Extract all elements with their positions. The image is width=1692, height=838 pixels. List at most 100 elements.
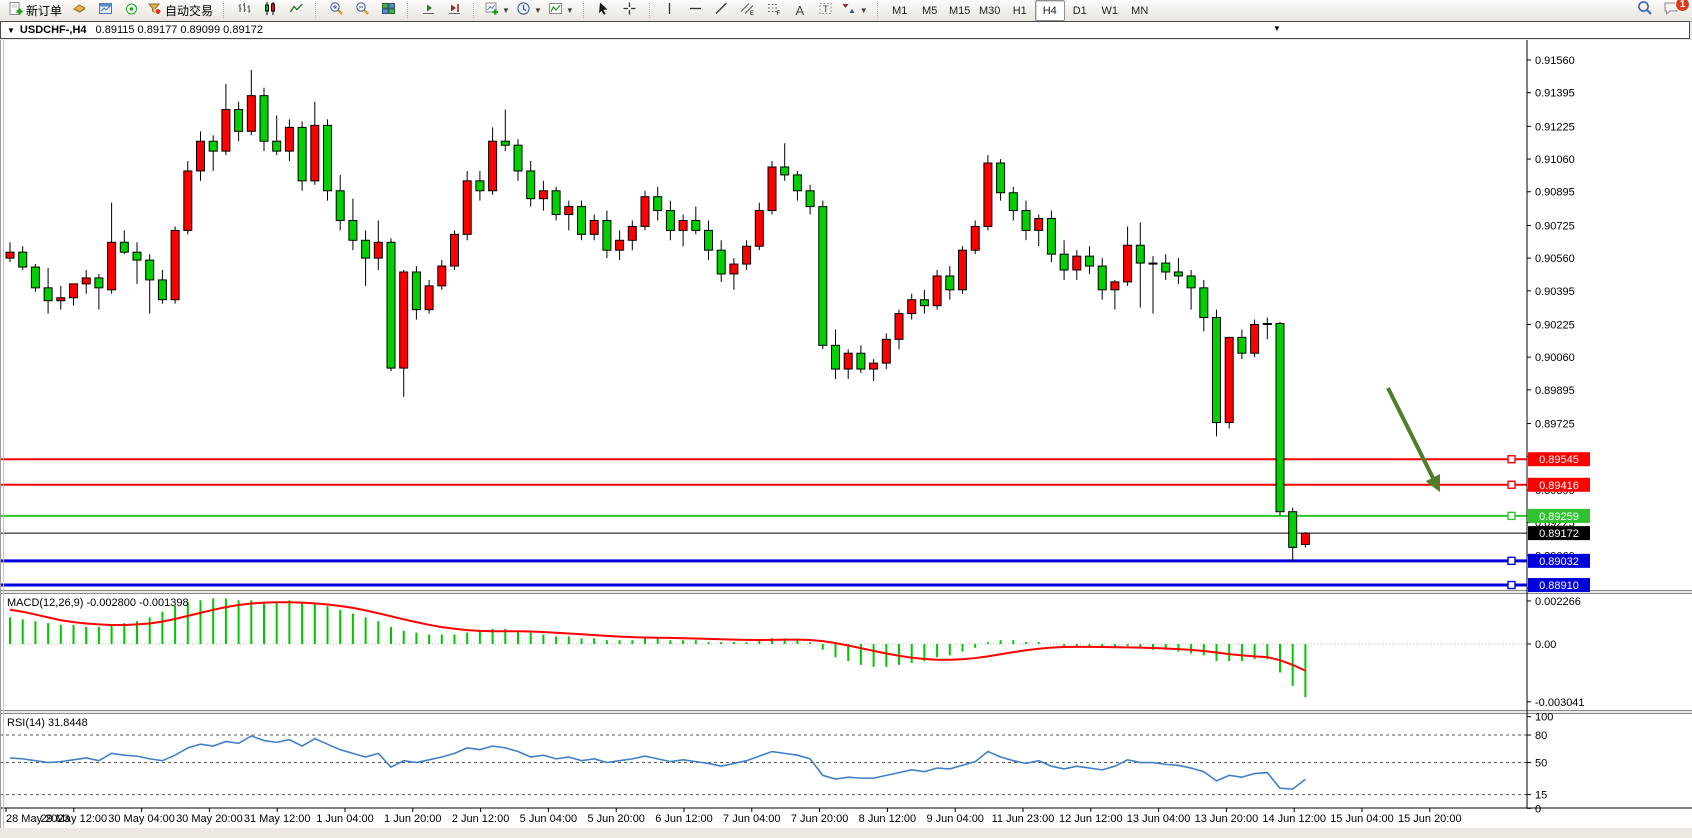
line-handle[interactable] xyxy=(1508,582,1515,589)
crosshair-button[interactable] xyxy=(617,0,643,21)
channel-icon: E xyxy=(740,1,755,21)
chart-shift-icon xyxy=(447,1,462,21)
timeframe-m5[interactable]: M5 xyxy=(915,0,945,21)
candle-body xyxy=(1098,266,1106,290)
candle-body xyxy=(819,207,827,346)
candle-body xyxy=(1124,245,1132,282)
metaeditor-button[interactable] xyxy=(66,0,92,21)
signals-button[interactable] xyxy=(118,0,144,21)
search-button[interactable] xyxy=(1632,0,1658,21)
auto-trading-button[interactable]: 自动交易 xyxy=(144,0,217,21)
timeframe-m15[interactable]: M15 xyxy=(945,0,975,21)
candle-body xyxy=(1238,337,1246,353)
chart-ohlc-quote: 0.89115 0.89177 0.89099 0.89172 xyxy=(96,24,263,36)
time-axis-label: 31 May 12:00 xyxy=(244,813,311,825)
new-order-label: 新订单 xyxy=(25,2,63,19)
fibonacci-button[interactable]: F xyxy=(761,0,787,21)
new-chart-button[interactable]: ▼ xyxy=(481,0,513,21)
zoom-out-button[interactable] xyxy=(349,0,375,21)
candle-body xyxy=(438,266,446,286)
bar-chart-button[interactable] xyxy=(231,0,257,21)
candle-body xyxy=(933,276,941,306)
time-axis-label: 14 Jun 12:00 xyxy=(1262,813,1326,825)
candle-body xyxy=(451,234,459,266)
periodicity-clock-button[interactable]: ▼ xyxy=(513,0,545,21)
candle-body xyxy=(6,252,14,258)
timeframe-d1[interactable]: D1 xyxy=(1065,0,1095,21)
candle-body xyxy=(260,96,268,142)
candle-body xyxy=(666,211,674,231)
quick-trade-marker-icon[interactable]: ▼ xyxy=(1273,24,1281,33)
candlestick-chart-icon xyxy=(263,1,278,21)
candle-body xyxy=(1136,245,1144,263)
candle-body xyxy=(908,300,916,314)
indicators-button[interactable]: ▼ xyxy=(545,0,577,21)
price-axis-tick-label: 0.90395 xyxy=(1535,286,1575,298)
candle-body xyxy=(1009,193,1017,211)
chart-collapse-icon[interactable]: ▼ xyxy=(7,26,15,35)
price-axis-tick-label: 0.90060 xyxy=(1535,352,1575,364)
candle-body xyxy=(1276,323,1284,511)
candle-body xyxy=(1263,323,1271,324)
candle-body xyxy=(349,220,357,240)
timeframe-h1[interactable]: H1 xyxy=(1005,0,1035,21)
candle-body xyxy=(1162,263,1170,272)
horizontal-line-icon xyxy=(688,1,703,21)
timeframe-mn[interactable]: MN xyxy=(1125,0,1155,21)
timeframe-h4[interactable]: H4 xyxy=(1035,0,1065,21)
candle-body xyxy=(1047,218,1055,254)
chart-title-bar[interactable]: ▼ USDCHF-,H4 0.89115 0.89177 0.89099 0.8… xyxy=(0,21,1690,39)
candle-body xyxy=(743,246,751,264)
candle-body xyxy=(158,280,166,300)
fibonacci-icon: F xyxy=(766,1,781,21)
time-axis-label: 13 Jun 04:00 xyxy=(1127,813,1191,825)
candle-body xyxy=(514,145,522,171)
candle-body xyxy=(705,230,713,250)
timeframe-w1[interactable]: W1 xyxy=(1095,0,1125,21)
candle-body xyxy=(590,220,598,234)
text-label-button[interactable]: T xyxy=(813,0,839,21)
timeframe-m1[interactable]: M1 xyxy=(885,0,915,21)
line-handle[interactable] xyxy=(1508,481,1515,488)
timeframe-group: M1 M5 M15 M30 H1 H4 D1 W1 MN xyxy=(882,0,1158,21)
chat-button[interactable]: 1 xyxy=(1658,0,1684,21)
timeframe-m30[interactable]: M30 xyxy=(975,0,1005,21)
mt4-window: 新订单 自动交易 xyxy=(0,0,1692,838)
indicators-icon xyxy=(548,1,563,21)
arrows-button[interactable]: ▼ xyxy=(839,0,871,21)
tile-windows-button[interactable] xyxy=(375,0,401,21)
new-order-button[interactable]: 新订单 xyxy=(5,0,66,21)
top-toolbar: 新订单 自动交易 xyxy=(0,0,1692,22)
candle-body xyxy=(324,125,332,190)
price-axis-tick-label: 0.91395 xyxy=(1535,88,1575,100)
candle-body xyxy=(527,171,535,199)
line-handle[interactable] xyxy=(1508,557,1515,564)
chart-shift-button[interactable] xyxy=(441,0,467,21)
trendline-button[interactable] xyxy=(709,0,735,21)
cursor-button[interactable] xyxy=(591,0,617,21)
radar-icon xyxy=(124,1,139,21)
chart-area[interactable]: MACD(12,26,9) -0.002800 -0.001398RSI(14)… xyxy=(0,40,1692,838)
candle-body xyxy=(1289,512,1297,548)
line-handle[interactable] xyxy=(1508,456,1515,463)
line-price-label: 0.89032 xyxy=(1539,556,1579,568)
candle-body xyxy=(44,288,52,301)
line-price-label: 0.89545 xyxy=(1539,454,1579,466)
candlestick-chart-button[interactable] xyxy=(257,0,283,21)
horizontal-line-button[interactable] xyxy=(683,0,709,21)
equidistant-channel-button[interactable]: E xyxy=(735,0,761,21)
text-button[interactable]: A xyxy=(787,0,813,21)
auto-scroll-button[interactable] xyxy=(415,0,441,21)
vertical-line-button[interactable] xyxy=(657,0,683,21)
candle-body xyxy=(628,226,636,240)
new-chart-icon xyxy=(484,1,499,21)
zoom-in-button[interactable] xyxy=(323,0,349,21)
market-watch-button[interactable] xyxy=(92,0,118,21)
chart-canvas[interactable]: MACD(12,26,9) -0.002800 -0.001398RSI(14)… xyxy=(0,40,1692,838)
auto-trading-label: 自动交易 xyxy=(164,2,214,19)
candle-body xyxy=(793,175,801,191)
line-handle[interactable] xyxy=(1508,512,1515,519)
candle-body xyxy=(31,267,39,288)
candle-body xyxy=(146,260,154,280)
line-chart-button[interactable] xyxy=(283,0,309,21)
